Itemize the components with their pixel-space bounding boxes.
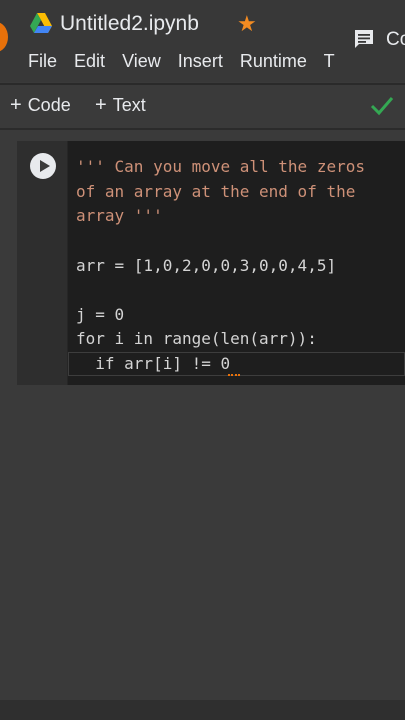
menu-item-edit[interactable]: Edit — [74, 51, 105, 71]
code-line-8: for i in range(len(arr)): — [76, 329, 317, 348]
code-line-2: of an array at the end of the — [76, 182, 356, 201]
menu-item-tools[interactable]: T — [324, 51, 335, 71]
menu-item-file[interactable]: File — [28, 51, 57, 71]
code-line-9: if arr[i] != 0 — [76, 354, 231, 373]
menu-item-insert[interactable]: Insert — [178, 51, 223, 71]
code-line-5: arr = [1,0,2,0,0,3,0,0,4,5] — [76, 256, 337, 275]
menu-item-view[interactable]: View — [122, 51, 161, 71]
bottom-scroll-area[interactable] — [0, 700, 405, 720]
drive-icon[interactable] — [30, 13, 52, 33]
toolbar-divider — [0, 128, 405, 130]
code-line-7: j = 0 — [76, 305, 125, 324]
add-code-button[interactable]: + Code — [10, 94, 71, 117]
add-text-button[interactable]: + Text — [95, 94, 146, 117]
notebook-title[interactable]: Untitled2.ipynb — [60, 12, 199, 36]
connected-check-icon[interactable] — [369, 92, 395, 118]
code-line-1: ''' Can you move all the zeros — [76, 157, 365, 176]
code-line-3: array ''' — [76, 206, 163, 225]
add-code-label: Code — [27, 95, 71, 115]
comment-button-label[interactable]: Co — [386, 29, 405, 51]
add-text-label: Text — [112, 95, 146, 115]
menu-bar: File Edit View Insert Runtime T — [28, 51, 347, 72]
plus-icon: + — [10, 94, 22, 116]
run-cell-button[interactable] — [30, 153, 56, 179]
menu-item-runtime[interactable]: Runtime — [240, 51, 307, 71]
comment-icon[interactable] — [353, 29, 375, 49]
plus-icon: + — [95, 94, 107, 116]
error-squiggle — [228, 370, 240, 376]
star-icon[interactable]: ★ — [237, 11, 257, 37]
